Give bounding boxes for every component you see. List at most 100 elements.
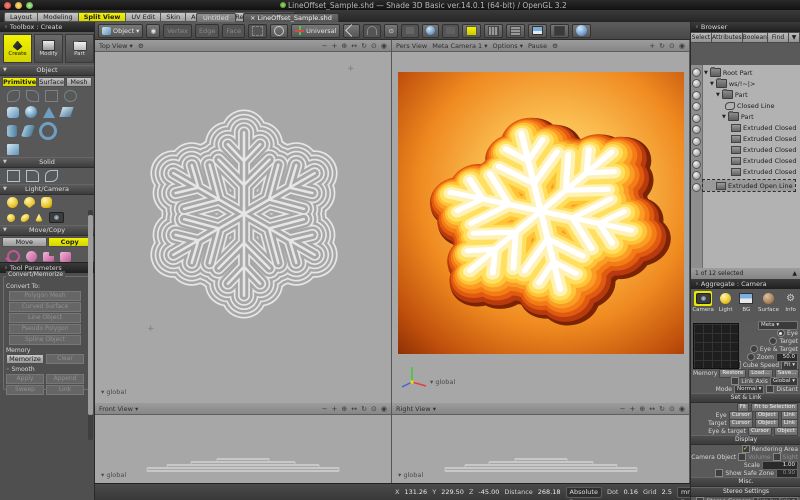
globe-view-button[interactable] xyxy=(422,24,439,38)
zoom-in-button[interactable]: + xyxy=(649,42,655,50)
tree-item-root-part[interactable]: ▼Root Part xyxy=(703,67,752,78)
convert-polygon-mesh-button[interactable]: Polygon Mesh xyxy=(9,291,81,301)
close-window-button[interactable] xyxy=(4,2,11,9)
rotate-view-button[interactable]: ↻ xyxy=(361,405,367,413)
mirror-copy-icon[interactable] xyxy=(60,252,71,262)
magnify-button[interactable]: ⊙ xyxy=(371,42,377,50)
target-radio[interactable] xyxy=(769,337,777,345)
magnet-tool-button[interactable] xyxy=(363,24,381,38)
eye-target-radio[interactable] xyxy=(750,345,758,353)
front-global-label[interactable]: ▾ global xyxy=(101,471,126,479)
browser-tab-find[interactable]: Find xyxy=(768,32,789,43)
closed-line-icon[interactable] xyxy=(7,90,20,102)
minimize-window-button[interactable] xyxy=(15,2,22,9)
camera-view-button[interactable]: ◉ xyxy=(381,42,387,50)
aggregate-tab-surface[interactable]: Surface xyxy=(758,291,779,313)
move-copy-section-header[interactable]: ▼Move/Copy xyxy=(0,225,94,236)
create-mode-button[interactable]: Create xyxy=(3,34,32,63)
aggregate-header[interactable]: ◦ Aggregate : Camera xyxy=(691,279,800,289)
edge-mode-button[interactable]: Edge xyxy=(195,24,219,38)
tree-item-extruded-open-line[interactable]: Extruded Open Line xyxy=(703,180,795,191)
tree-item-part-2[interactable]: ▼Part xyxy=(703,111,754,122)
universal-manipulator-button[interactable]: Universal xyxy=(291,24,340,38)
camera-window-button[interactable] xyxy=(528,24,547,38)
camera-mode-button[interactable]: ◉ xyxy=(146,24,160,38)
rotate-view-button[interactable]: ↻ xyxy=(659,405,665,413)
tree-item-closed-line[interactable]: Closed Line xyxy=(703,100,774,111)
eye-toggle[interactable] xyxy=(692,148,701,157)
fullscreen-window-button[interactable] xyxy=(26,2,33,9)
close-tab-icon[interactable]: × xyxy=(250,14,255,22)
convert-spline-object-button[interactable]: Spline Object xyxy=(9,335,81,345)
camera-tool-icon[interactable] xyxy=(49,212,64,223)
top-view-label[interactable]: Top View ▾ xyxy=(99,42,133,50)
eye-toggle[interactable] xyxy=(692,183,701,192)
tab-copy[interactable]: Copy xyxy=(48,237,93,247)
marquee-select-button[interactable] xyxy=(248,24,267,38)
torus-icon[interactable] xyxy=(39,122,57,140)
solid-section-header[interactable]: ▼Solid xyxy=(0,157,94,168)
zoom-fit-button[interactable]: ⊕ xyxy=(639,405,645,413)
link-axis-checkbox[interactable] xyxy=(731,377,739,385)
part-mode-button[interactable]: Part xyxy=(65,34,94,63)
eye-target-cursor-button[interactable]: Cursor xyxy=(748,427,772,436)
link-button[interactable]: Link xyxy=(46,385,84,395)
tree-item-part[interactable]: ▼Part xyxy=(703,89,748,100)
ambient-light-icon[interactable] xyxy=(20,214,31,222)
point-light-icon[interactable] xyxy=(7,197,18,208)
pers-camera-select[interactable]: Meta Camera 1 ▾ xyxy=(432,42,487,50)
pers-pause-button[interactable]: Pause xyxy=(528,42,547,50)
zoom-in-button[interactable]: + xyxy=(332,42,338,50)
zoom-out-button[interactable]: − xyxy=(620,405,626,413)
tree-item-extruded-closed[interactable]: Extruded Closed xyxy=(703,122,796,133)
tab-mesh[interactable]: Mesh xyxy=(66,77,92,87)
face-mode-button[interactable]: Face xyxy=(222,24,245,38)
zoom-radio[interactable] xyxy=(747,353,755,361)
object-mode-button[interactable]: Object▾ xyxy=(98,24,143,38)
convert-line-object-button[interactable]: Line Object xyxy=(9,313,81,323)
tree-item-extruded-closed[interactable]: Extruded Closed xyxy=(703,144,796,155)
scale-copy-icon[interactable] xyxy=(43,252,54,262)
zoom-out-button[interactable]: − xyxy=(322,42,328,50)
vertex-mode-button[interactable]: Vertex xyxy=(163,24,192,38)
toolbox-header[interactable]: ◦ Toolbox : Create xyxy=(0,22,94,32)
smooth-label[interactable]: ◦ Smooth xyxy=(6,366,84,373)
safe-zone-field[interactable]: 0.90 xyxy=(776,469,798,478)
path-light-icon[interactable] xyxy=(35,214,43,222)
cylinder-icon[interactable] xyxy=(7,125,17,137)
pers-global-label[interactable]: ▾ global xyxy=(430,378,455,386)
magnify-button[interactable]: ⊙ xyxy=(669,405,675,413)
aggregate-tab-info[interactable]: ⚙Info xyxy=(782,291,800,313)
apply-button[interactable]: Apply xyxy=(6,374,44,384)
front-view-label[interactable]: Front View ▾ xyxy=(99,405,138,413)
lasso-select-button[interactable] xyxy=(270,24,288,38)
expander-icon[interactable]: ▼ xyxy=(3,185,7,194)
zoom-in-button[interactable]: + xyxy=(332,405,338,413)
eye-toggle[interactable] xyxy=(692,102,701,111)
rendering-area-checkbox[interactable]: ✓ xyxy=(742,445,750,453)
magnify-button[interactable]: ⊙ xyxy=(669,42,675,50)
convert-curved-surface-button[interactable]: Curved Surface xyxy=(9,302,81,312)
render-preview-button[interactable] xyxy=(572,24,591,38)
mode-select[interactable]: Normal ▾ xyxy=(734,385,764,394)
object-section-header[interactable]: ▼Object xyxy=(0,65,94,76)
grid-toggle-button[interactable] xyxy=(484,24,503,38)
expander-icon[interactable]: ▼ xyxy=(3,158,7,167)
skeleton-tool-button[interactable] xyxy=(343,24,360,38)
toolbox-scrollbar-thumb[interactable] xyxy=(88,215,93,415)
pers-options-menu[interactable]: Options ▾ xyxy=(493,42,523,50)
rectangle-icon[interactable] xyxy=(45,90,58,102)
workspace-tab-modeling[interactable]: Modeling xyxy=(37,12,78,22)
eye-toggle[interactable] xyxy=(692,125,701,134)
top-global-label[interactable]: ▾ global xyxy=(101,388,126,396)
pan-button[interactable]: ↔ xyxy=(351,42,357,50)
eye-radio[interactable] xyxy=(777,329,785,337)
lock-icon[interactable]: ▲ xyxy=(792,268,797,279)
gear-icon[interactable]: ⚙ xyxy=(552,42,558,50)
distant-checkbox[interactable] xyxy=(766,385,774,393)
expander-icon[interactable]: ▼ xyxy=(716,92,720,98)
oblique-cylinder-icon[interactable] xyxy=(21,125,35,137)
spotlight-icon[interactable] xyxy=(24,197,35,208)
zoom-fit-button[interactable]: ⊕ xyxy=(341,42,347,50)
rotate-view-button[interactable]: ↻ xyxy=(659,42,665,50)
